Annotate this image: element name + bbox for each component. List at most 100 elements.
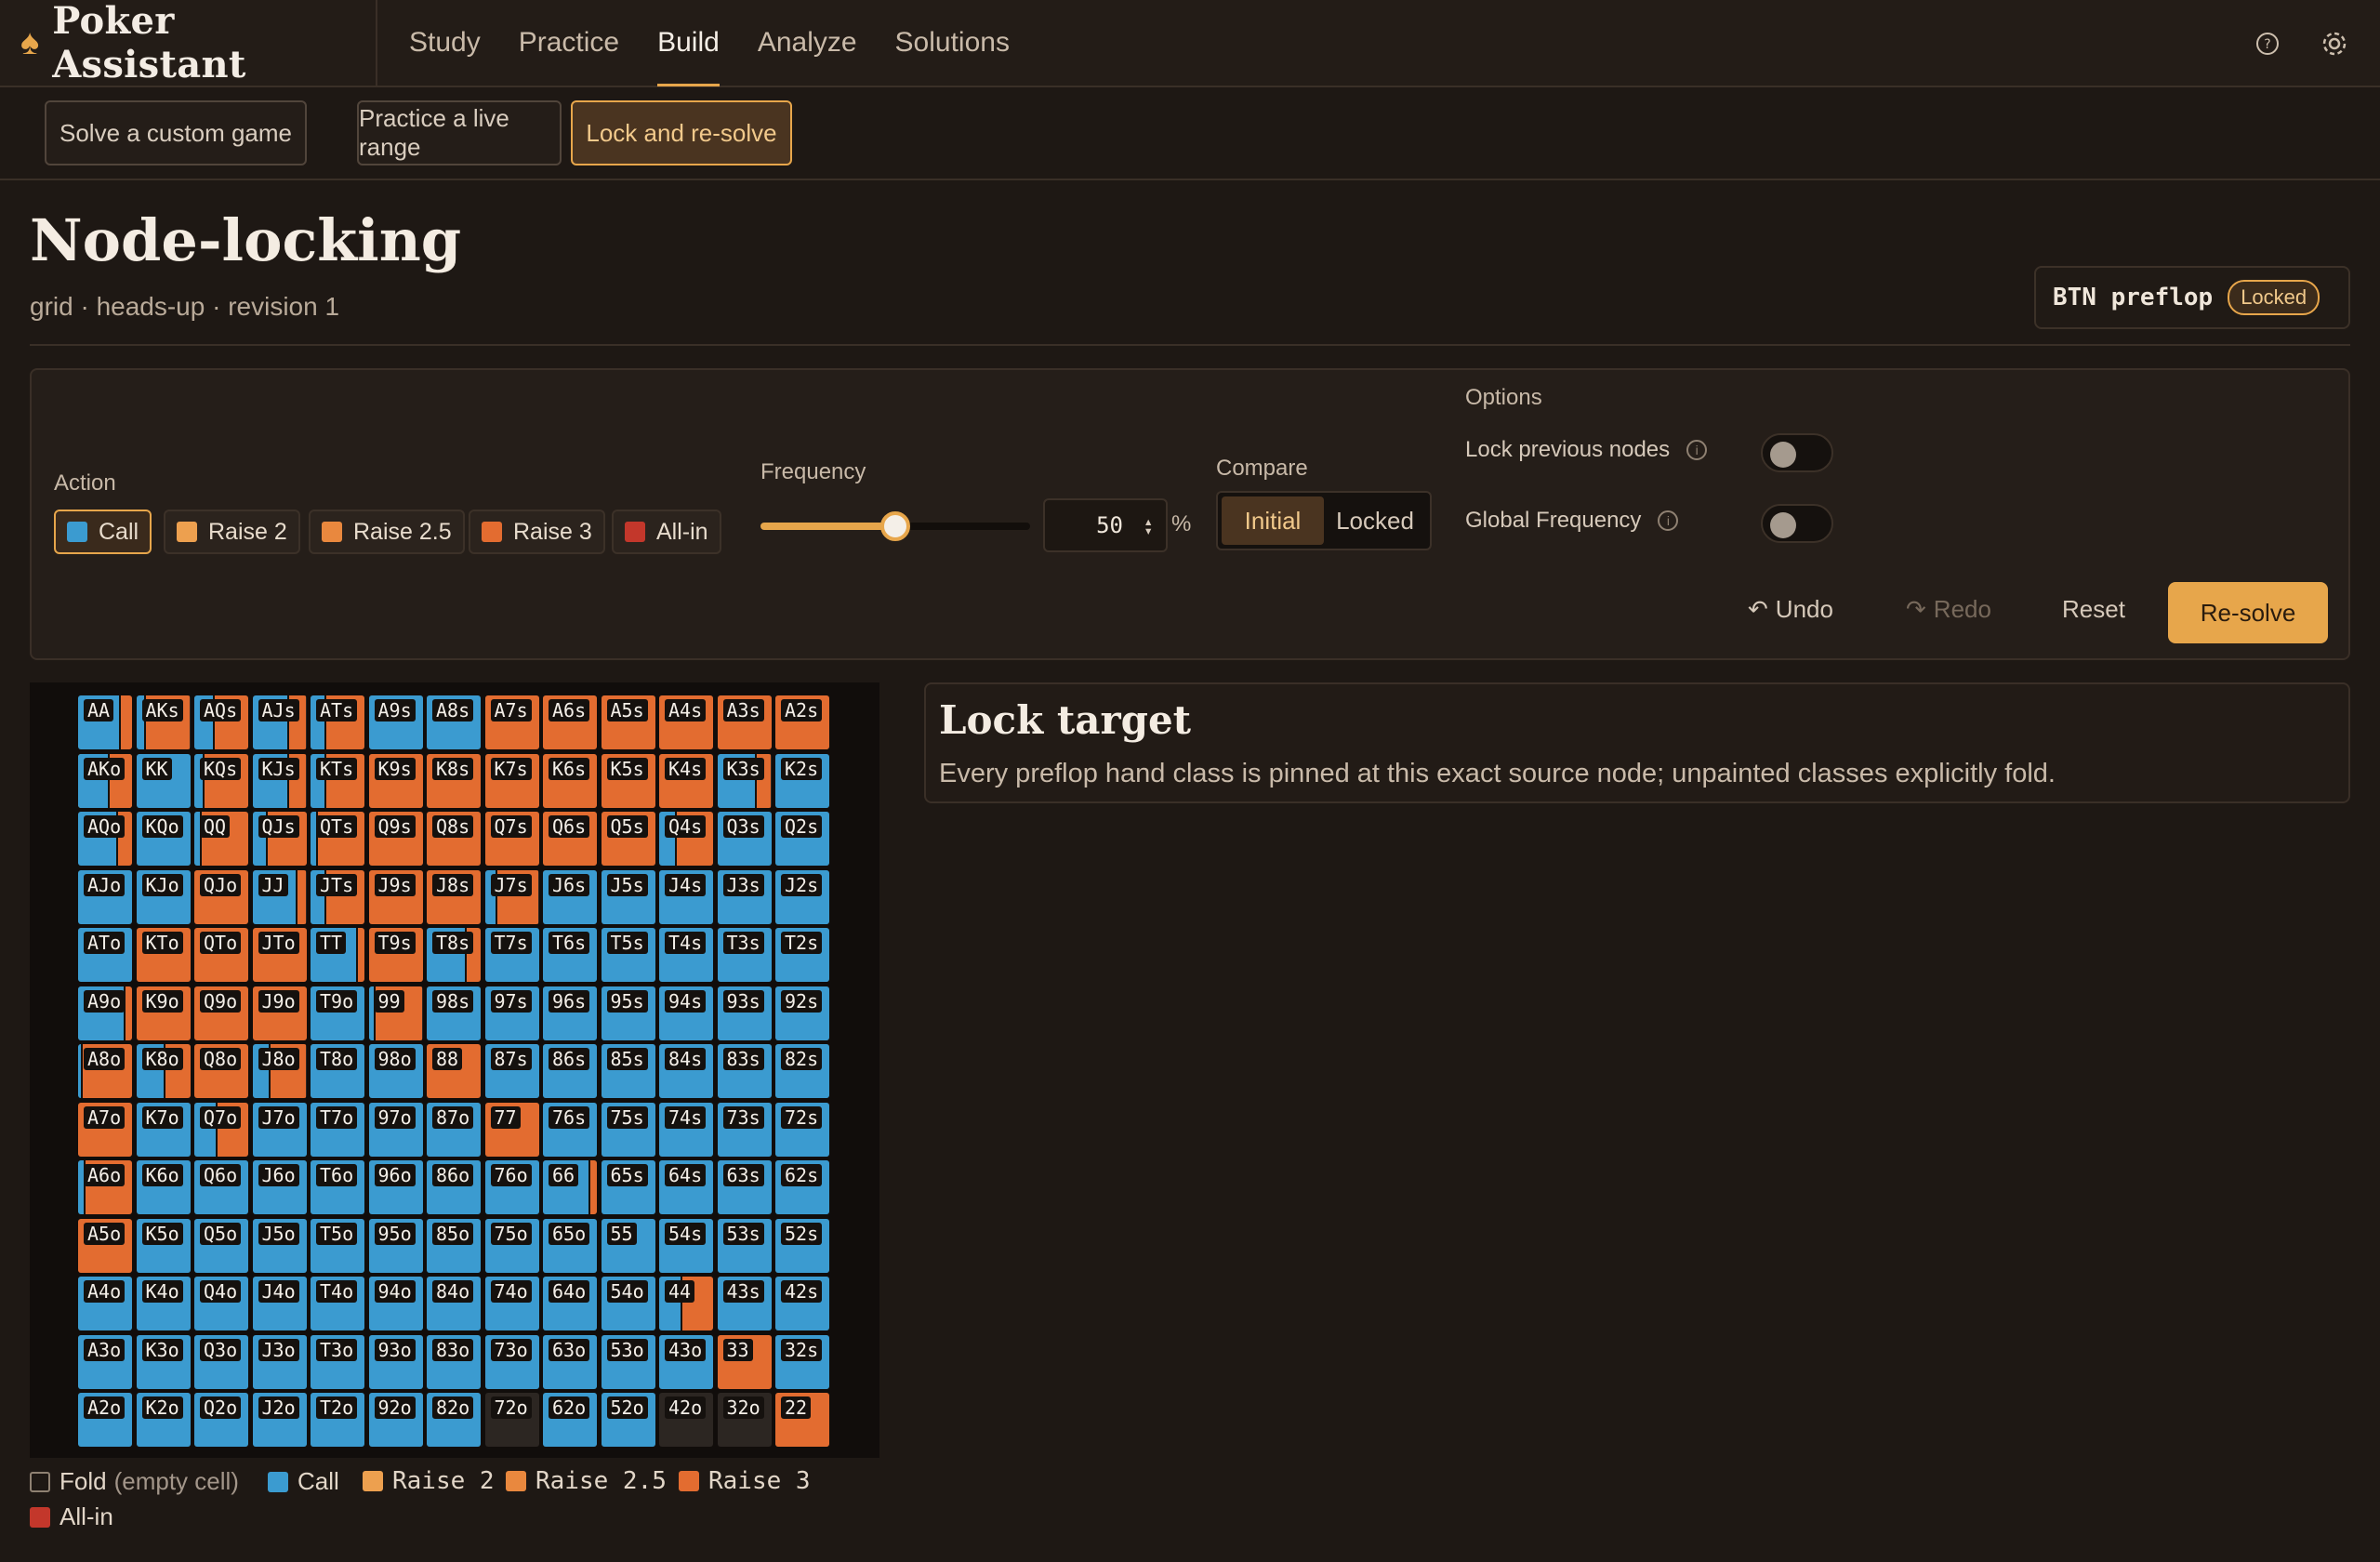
- hand-cell-82s[interactable]: 82s: [775, 1044, 829, 1098]
- hand-cell-Q3s[interactable]: Q3s: [717, 812, 772, 866]
- hand-cell-AKs[interactable]: AKs: [136, 695, 191, 749]
- hand-cell-T4s[interactable]: T4s: [659, 928, 713, 982]
- action-call-chip[interactable]: Call: [54, 510, 152, 554]
- hand-cell-KJo[interactable]: KJo: [136, 869, 191, 924]
- hand-cell-99[interactable]: 99: [368, 986, 423, 1040]
- hand-cell-75o[interactable]: 75o: [484, 1218, 539, 1273]
- hand-cell-J9o[interactable]: J9o: [252, 986, 307, 1040]
- hand-cell-74o[interactable]: 74o: [484, 1277, 539, 1330]
- hand-cell-52s[interactable]: 52s: [775, 1218, 829, 1273]
- hand-cell-87o[interactable]: 87o: [427, 1102, 481, 1157]
- hand-cell-Q8o[interactable]: Q8o: [194, 1044, 248, 1098]
- hand-cell-43s[interactable]: 43s: [717, 1277, 772, 1330]
- nav-analyze[interactable]: Analyze: [758, 0, 857, 86]
- hand-cell-88[interactable]: 88: [427, 1044, 481, 1098]
- frequency-slider-thumb[interactable]: [880, 511, 910, 541]
- hand-cell-42s[interactable]: 42s: [775, 1277, 829, 1330]
- hand-cell-87s[interactable]: 87s: [484, 1044, 539, 1098]
- hand-cell-A7s[interactable]: A7s: [484, 695, 539, 749]
- nav-study[interactable]: Study: [409, 0, 481, 86]
- hand-cell-QJs[interactable]: QJs: [252, 812, 307, 866]
- hand-cell-A3o[interactable]: A3o: [78, 1334, 132, 1389]
- hand-cell-22[interactable]: 22: [775, 1393, 829, 1447]
- frequency-input[interactable]: 50 ▴ ▾: [1043, 498, 1168, 552]
- hand-cell-ATo[interactable]: ATo: [78, 928, 132, 982]
- hand-cell-K3s[interactable]: K3s: [717, 753, 772, 808]
- hand-cell-T7o[interactable]: T7o: [311, 1102, 364, 1157]
- hand-cell-A4s[interactable]: A4s: [659, 695, 713, 749]
- hand-cell-A3s[interactable]: A3s: [717, 695, 772, 749]
- hand-cell-A2s[interactable]: A2s: [775, 695, 829, 749]
- hand-cell-T3s[interactable]: T3s: [717, 928, 772, 982]
- nav-build[interactable]: Build: [657, 0, 720, 86]
- hand-cell-ATs[interactable]: ATs: [311, 695, 364, 749]
- hand-cell-Q6o[interactable]: Q6o: [194, 1160, 248, 1214]
- hand-cell-A5o[interactable]: A5o: [78, 1218, 132, 1273]
- gear-icon[interactable]: [2317, 26, 2352, 61]
- hand-cell-75s[interactable]: 75s: [601, 1102, 655, 1157]
- undo-button[interactable]: ↶ Undo: [1748, 595, 1833, 624]
- hand-cell-K6o[interactable]: K6o: [136, 1160, 191, 1214]
- hand-cell-Q2o[interactable]: Q2o: [194, 1393, 248, 1447]
- hand-cell-54s[interactable]: 54s: [659, 1218, 713, 1273]
- hand-cell-J3s[interactable]: J3s: [717, 869, 772, 924]
- info-icon[interactable]: i: [1658, 510, 1679, 531]
- nav-practice[interactable]: Practice: [519, 0, 619, 86]
- hand-cell-J3o[interactable]: J3o: [252, 1334, 307, 1389]
- hand-cell-Q5s[interactable]: Q5s: [601, 812, 655, 866]
- hand-cell-Q4s[interactable]: Q4s: [659, 812, 713, 866]
- hand-cell-KJs[interactable]: KJs: [252, 753, 307, 808]
- resolve-button[interactable]: Re-solve: [2168, 582, 2328, 643]
- hand-cell-T5s[interactable]: T5s: [601, 928, 655, 982]
- hand-cell-K4s[interactable]: K4s: [659, 753, 713, 808]
- hand-cell-K4o[interactable]: K4o: [136, 1277, 191, 1330]
- hand-cell-95s[interactable]: 95s: [601, 986, 655, 1040]
- hand-cell-J8s[interactable]: J8s: [427, 869, 481, 924]
- hand-cell-JJ[interactable]: JJ: [252, 869, 307, 924]
- hand-cell-AJs[interactable]: AJs: [252, 695, 307, 749]
- lock-previous-toggle[interactable]: [1761, 433, 1833, 472]
- hand-cell-TT[interactable]: TT: [311, 928, 364, 982]
- hand-cell-Q3o[interactable]: Q3o: [194, 1334, 248, 1389]
- hand-cell-64o[interactable]: 64o: [543, 1277, 597, 1330]
- hand-cell-J7s[interactable]: J7s: [484, 869, 539, 924]
- hand-cell-A2o[interactable]: A2o: [78, 1393, 132, 1447]
- hand-cell-72o[interactable]: 72o: [484, 1393, 539, 1447]
- hand-cell-72s[interactable]: 72s: [775, 1102, 829, 1157]
- hand-cell-J4o[interactable]: J4o: [252, 1277, 307, 1330]
- hand-cell-95o[interactable]: 95o: [368, 1218, 423, 1273]
- hand-cell-A8o[interactable]: A8o: [78, 1044, 132, 1098]
- hand-cell-76o[interactable]: 76o: [484, 1160, 539, 1214]
- hand-cell-K2o[interactable]: K2o: [136, 1393, 191, 1447]
- action-raise25-chip[interactable]: Raise 2.5: [309, 510, 465, 554]
- hand-cell-T6o[interactable]: T6o: [311, 1160, 364, 1214]
- hand-cell-42o[interactable]: 42o: [659, 1393, 713, 1447]
- hand-cell-T2o[interactable]: T2o: [311, 1393, 364, 1447]
- reset-button[interactable]: Reset: [2062, 595, 2125, 624]
- hand-cell-93s[interactable]: 93s: [717, 986, 772, 1040]
- hand-cell-62s[interactable]: 62s: [775, 1160, 829, 1214]
- frequency-slider[interactable]: [760, 511, 1030, 541]
- hand-cell-K5s[interactable]: K5s: [601, 753, 655, 808]
- hand-cell-85o[interactable]: 85o: [427, 1218, 481, 1273]
- hand-cell-T6s[interactable]: T6s: [543, 928, 597, 982]
- hand-cell-Q8s[interactable]: Q8s: [427, 812, 481, 866]
- hand-cell-A9s[interactable]: A9s: [368, 695, 423, 749]
- hand-cell-32s[interactable]: 32s: [775, 1334, 829, 1389]
- hand-cell-77[interactable]: 77: [484, 1102, 539, 1157]
- hand-cell-J2o[interactable]: J2o: [252, 1393, 307, 1447]
- hand-cell-Q6s[interactable]: Q6s: [543, 812, 597, 866]
- hand-cell-43o[interactable]: 43o: [659, 1334, 713, 1389]
- hand-cell-K5o[interactable]: K5o: [136, 1218, 191, 1273]
- hand-cell-J4s[interactable]: J4s: [659, 869, 713, 924]
- hand-cell-KQo[interactable]: KQo: [136, 812, 191, 866]
- hand-cell-85s[interactable]: 85s: [601, 1044, 655, 1098]
- help-icon[interactable]: ?: [2250, 26, 2285, 61]
- hand-cell-97s[interactable]: 97s: [484, 986, 539, 1040]
- hand-cell-76s[interactable]: 76s: [543, 1102, 597, 1157]
- hand-cell-33[interactable]: 33: [717, 1334, 772, 1389]
- hand-cell-K3o[interactable]: K3o: [136, 1334, 191, 1389]
- hand-cell-JTo[interactable]: JTo: [252, 928, 307, 982]
- hand-cell-J6o[interactable]: J6o: [252, 1160, 307, 1214]
- hand-cell-96o[interactable]: 96o: [368, 1160, 423, 1214]
